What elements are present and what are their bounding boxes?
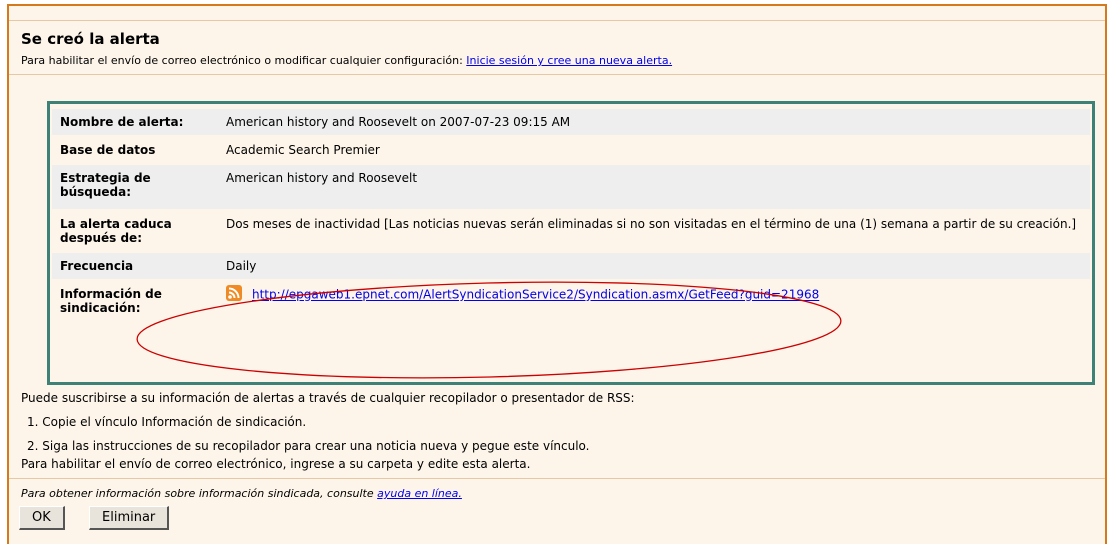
alert-details-table: Nombre de alerta: American history and R… xyxy=(52,107,1090,323)
table-row: La alerta caduca después de: Dos meses d… xyxy=(52,211,1090,251)
row-label: Nombre de alerta: xyxy=(52,109,218,135)
row-label: Frecuencia xyxy=(52,253,218,279)
login-create-alert-link[interactable]: Inicie sesión y cree una nueva alerta. xyxy=(466,54,672,67)
row-value: http://epgaweb1.epnet.com/AlertSyndicati… xyxy=(218,281,1090,321)
ok-button[interactable]: OK xyxy=(19,506,65,530)
syndication-feed-link[interactable]: http://epgaweb1.epnet.com/AlertSyndicati… xyxy=(252,288,819,302)
instruction-step-2: 2. Siga las instrucciones de su recopila… xyxy=(27,439,590,453)
divider xyxy=(9,74,1105,75)
alert-details-box: Nombre de alerta: American history and R… xyxy=(47,101,1095,385)
row-label: Estrategia de búsqueda: xyxy=(52,165,218,209)
row-label: Información de sindicación: xyxy=(60,287,162,315)
help-text: Para obtener información sobre informaci… xyxy=(21,487,462,500)
row-value: Daily xyxy=(218,253,1090,279)
table-row: Información de sindicación: http://epgaw… xyxy=(52,281,1090,321)
divider xyxy=(9,20,1105,21)
rss-icon[interactable] xyxy=(226,285,242,301)
dialog-title: Se creó la alerta xyxy=(21,30,160,48)
table-row: Base de datos Academic Search Premier xyxy=(52,137,1090,163)
row-value: American history and Roosevelt on 2007-0… xyxy=(218,109,1090,135)
row-label: La alerta caduca después de: xyxy=(60,217,172,245)
delete-button[interactable]: Eliminar xyxy=(89,506,170,530)
dialog-subtitle: Para habilitar el envío de correo electr… xyxy=(21,54,672,67)
row-value: Dos meses de inactividad [Las noticias n… xyxy=(226,217,1077,231)
instruction-step-1: 1. Copie el vínculo Información de sindi… xyxy=(27,415,307,429)
help-prefix: Para obtener información sobre informaci… xyxy=(21,487,378,500)
divider xyxy=(9,478,1105,479)
email-note: Para habilitar el envío de correo electr… xyxy=(21,457,531,471)
online-help-link[interactable]: ayuda en línea. xyxy=(377,487,462,500)
subtitle-text: Para habilitar el envío de correo electr… xyxy=(21,54,467,67)
row-value: American history and Roosevelt xyxy=(218,165,1090,209)
table-row: Estrategia de búsqueda: American history… xyxy=(52,165,1090,209)
row-label: Base de datos xyxy=(60,143,156,157)
table-row: Frecuencia Daily xyxy=(52,253,1090,279)
alert-dialog: Se creó la alerta Para habilitar el enví… xyxy=(7,4,1107,544)
table-row: Nombre de alerta: American history and R… xyxy=(52,109,1090,135)
instructions-intro: Puede suscribirse a su información de al… xyxy=(21,391,635,405)
row-value: Academic Search Premier xyxy=(226,143,380,157)
